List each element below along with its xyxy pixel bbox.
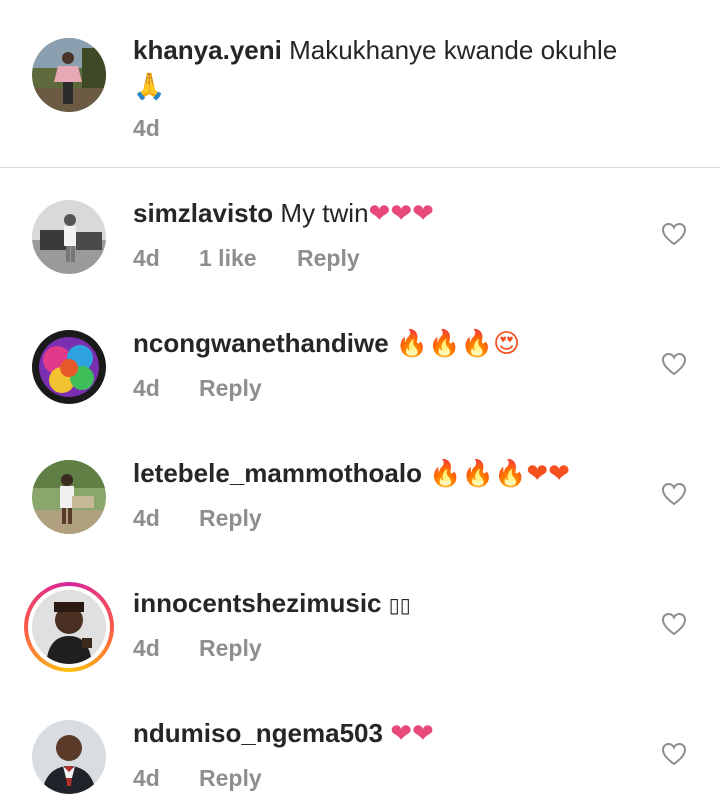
reply-button[interactable]: Reply (199, 634, 262, 662)
reply-button[interactable]: Reply (199, 504, 262, 532)
fire-emojis: 🔥🔥🔥😍 (395, 328, 521, 358)
caption-emoji-line: 🙏 (133, 70, 165, 102)
comment-meta: 4d Reply (133, 634, 262, 662)
comment-text-line: innocentshezimusic ▯▯ (133, 587, 411, 621)
pray-emoji: 🙏 (133, 71, 166, 101)
comment-meta: 4d Reply (133, 374, 262, 402)
avatar-letebele-mammothoalo[interactable] (32, 460, 106, 534)
comment-time: 4d (133, 245, 160, 271)
comment-text-line: simzlavisto My twin❤❤❤ (133, 197, 434, 229)
comment-time: 4d (133, 765, 160, 791)
story-ring[interactable] (24, 582, 114, 672)
comment-meta: 4d Reply (133, 504, 262, 532)
avatar-simzlavisto[interactable] (32, 200, 106, 274)
comment-username[interactable]: ndumiso_ngema503 (133, 718, 383, 748)
avatar-ndumiso-ngema503[interactable] (32, 720, 106, 794)
heart-emojis: ❤❤ (390, 718, 434, 748)
comment-meta: 4d 1 like Reply (133, 244, 360, 272)
comment-username[interactable]: ncongwanethandiwe (133, 328, 389, 358)
heart-outline-icon[interactable] (661, 222, 687, 246)
avatar-image (32, 720, 106, 794)
avatar-image (32, 200, 106, 274)
comment-username[interactable]: simzlavisto (133, 198, 273, 228)
avatar-image (32, 38, 106, 112)
caption-section: khanya.yeni Makukhanye kwande okuhle 🙏 4… (0, 0, 720, 168)
heart-outline-icon[interactable] (661, 612, 687, 636)
comment-text: My twin (280, 198, 369, 228)
reply-button[interactable]: Reply (199, 374, 262, 402)
reply-button[interactable]: Reply (199, 764, 262, 792)
comment-text-line: ncongwanethandiwe 🔥🔥🔥😍 (133, 327, 520, 359)
avatar-image (32, 330, 106, 404)
avatar-innocentshezimusic[interactable] (32, 590, 106, 664)
comment-time: 4d (133, 635, 160, 661)
fire-heart-emojis: 🔥🔥🔥❤❤ (429, 458, 570, 488)
caption-time: 4d (133, 115, 160, 141)
comment-username[interactable]: innocentshezimusic (133, 588, 382, 618)
heart-outline-icon[interactable] (661, 742, 687, 766)
unsupported-emojis: ▯▯ (388, 593, 411, 617)
avatar-khanya-yeni[interactable] (32, 38, 106, 112)
comment-likes[interactable]: 1 like (199, 244, 297, 272)
comment-meta: 4d Reply (133, 764, 262, 792)
heart-outline-icon[interactable] (661, 352, 687, 376)
avatar-image (32, 590, 106, 664)
heart-emojis: ❤❤❤ (368, 198, 434, 228)
caption-username[interactable]: khanya.yeni (133, 35, 282, 65)
caption-text-line: khanya.yeni Makukhanye kwande okuhle (133, 34, 617, 66)
comment-time: 4d (133, 505, 160, 531)
comment-text-line: letebele_mammothoalo 🔥🔥🔥❤❤ (133, 457, 570, 489)
caption-text: Makukhanye kwande okuhle (289, 35, 618, 65)
heart-outline-icon[interactable] (661, 482, 687, 506)
comment-username[interactable]: letebele_mammothoalo (133, 458, 422, 488)
comment-time: 4d (133, 375, 160, 401)
caption-meta: 4d (133, 114, 199, 142)
avatar-ncongwanethandiwe[interactable] (32, 330, 106, 404)
reply-button[interactable]: Reply (297, 244, 360, 272)
comment-text-line: ndumiso_ngema503 ❤❤ (133, 717, 434, 749)
avatar-image (32, 460, 106, 534)
